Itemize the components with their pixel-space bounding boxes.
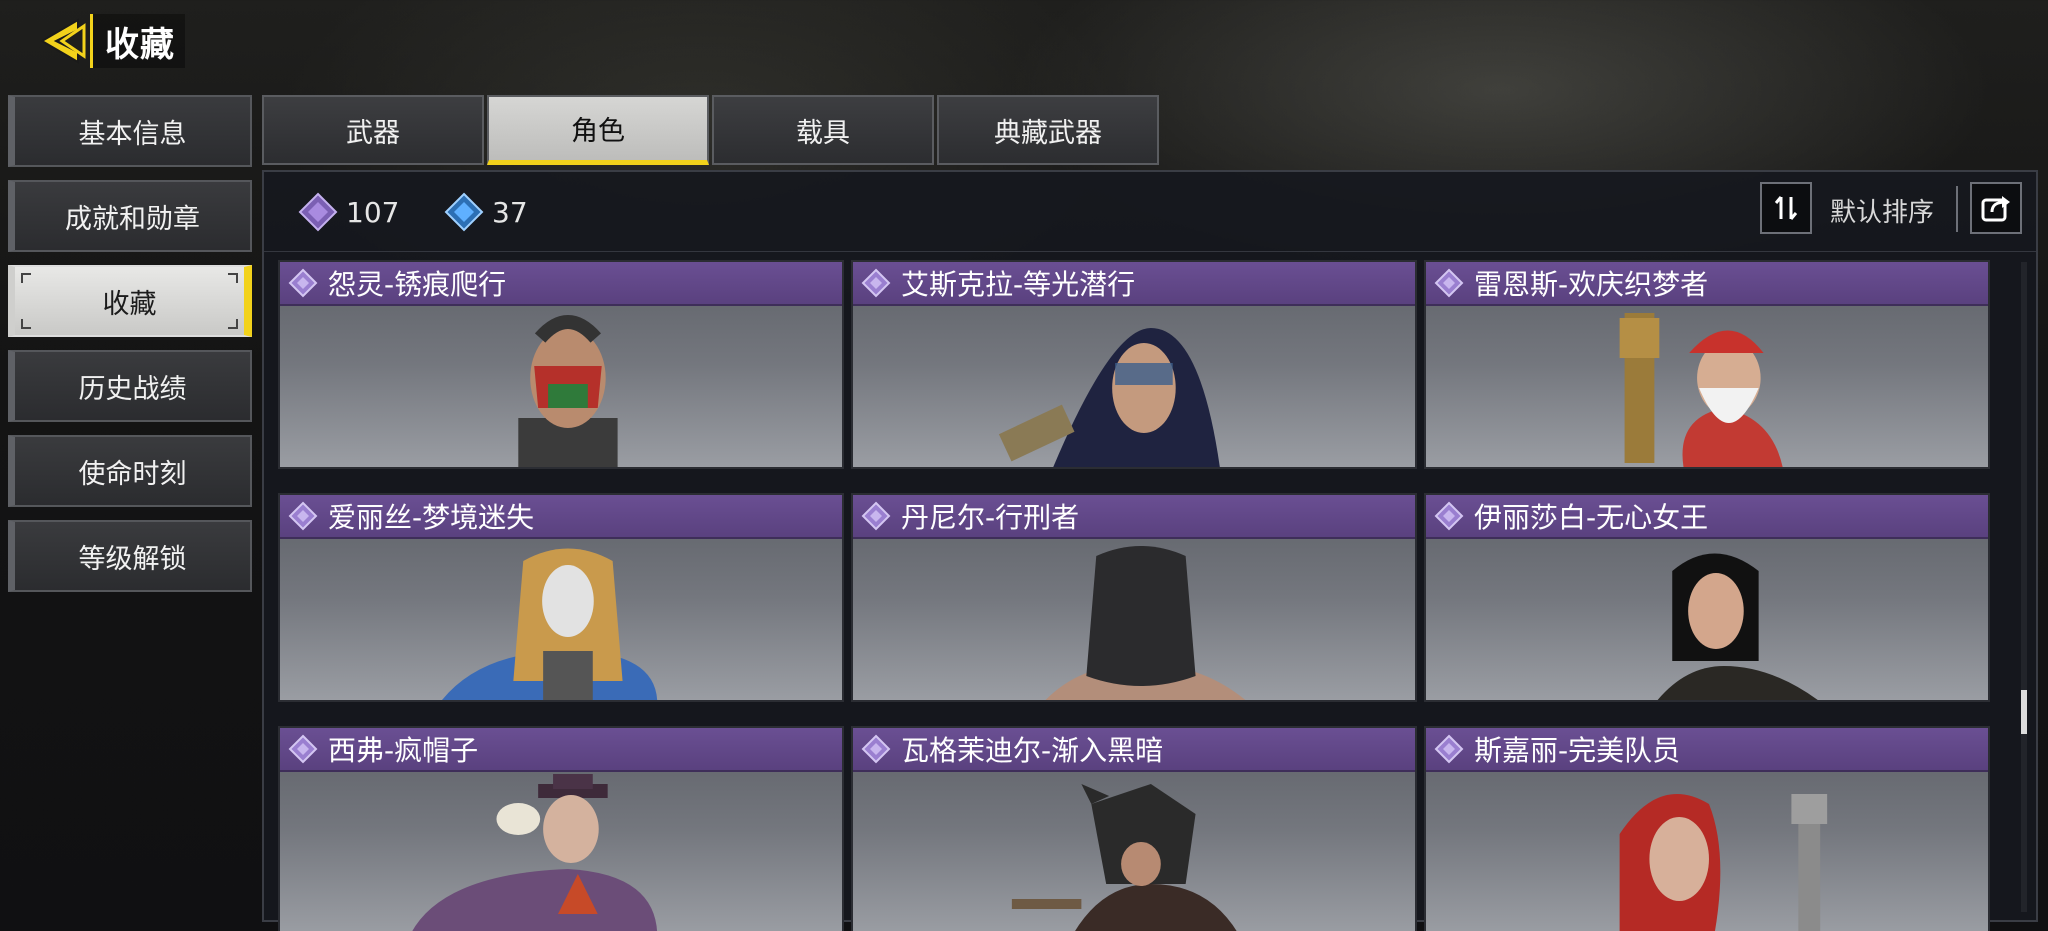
page-header: 收藏 xyxy=(32,12,185,70)
sidebar-item-history[interactable]: 历史战绩 xyxy=(8,350,252,422)
sidebar-item-achievements[interactable]: 成就和勋章 xyxy=(8,180,252,252)
card-name: 斯嘉丽-完美队员 xyxy=(1474,734,1681,767)
card-header: 怨灵-锈痕爬行 xyxy=(280,262,842,306)
rarity-diamond-icon xyxy=(288,268,318,298)
card-name: 西弗-疯帽子 xyxy=(328,734,479,767)
tab-vehicles[interactable]: 载具 xyxy=(712,95,934,165)
sort-arrows-icon xyxy=(1774,196,1798,220)
character-card[interactable]: 西弗-疯帽子 xyxy=(278,726,844,931)
back-button[interactable] xyxy=(32,12,90,70)
character-card[interactable]: 伊丽莎白-无心女王 xyxy=(1424,493,1990,702)
sidebar-item-level-unlock[interactable]: 等级解锁 xyxy=(8,520,252,592)
page-title-box: 收藏 xyxy=(90,14,185,68)
sidebar-item-label: 历史战绩 xyxy=(78,373,187,405)
card-name: 艾斯克拉-等光潜行 xyxy=(901,268,1136,301)
rarity-diamond-icon xyxy=(288,734,318,764)
purple-diamond-icon xyxy=(298,192,338,232)
sidebar-item-basic-info[interactable]: 基本信息 xyxy=(8,95,252,167)
card-name: 雷恩斯-欢庆织梦者 xyxy=(1474,268,1709,301)
collection-panel: 107 37 默认排序 怨灵-锈痕爬行 艾斯克拉-等光潜行 雷恩斯-欢庆织梦者 … xyxy=(262,170,2038,931)
sidebar-item-label: 使命时刻 xyxy=(78,458,187,490)
character-portrait xyxy=(853,541,1415,700)
card-header: 西弗-疯帽子 xyxy=(280,728,842,772)
rarity-diamond-icon xyxy=(861,268,891,298)
card-header: 伊丽莎白-无心女王 xyxy=(1426,495,1988,539)
page-title: 收藏 xyxy=(105,24,175,65)
sidebar-item-label: 成就和勋章 xyxy=(65,203,200,235)
blue-diamond-icon xyxy=(444,192,484,232)
character-portrait xyxy=(1426,774,1988,931)
card-name: 瓦格茉迪尔-渐入黑暗 xyxy=(901,734,1164,767)
sort-label[interactable]: 默认排序 xyxy=(1830,192,1934,229)
rarity-diamond-icon xyxy=(861,501,891,531)
sidebar-item-label: 等级解锁 xyxy=(78,543,187,575)
rarity-diamond-icon xyxy=(861,734,891,764)
scrollbar-thumb[interactable] xyxy=(2021,690,2027,734)
tab-label: 角色 xyxy=(571,116,625,147)
character-portrait xyxy=(280,541,842,700)
character-portrait xyxy=(1426,541,1988,700)
card-name: 伊丽莎白-无心女王 xyxy=(1474,501,1709,534)
currency-blue-value: 37 xyxy=(492,195,528,229)
card-header: 丹尼尔-行刑者 xyxy=(853,495,1415,539)
sidebar-item-mission-moments[interactable]: 使命时刻 xyxy=(8,435,252,507)
tab-label: 载具 xyxy=(796,117,850,149)
rarity-diamond-icon xyxy=(288,501,318,531)
tab-collector-weapons[interactable]: 典藏武器 xyxy=(937,95,1159,165)
currency-purple-value: 107 xyxy=(346,195,400,229)
currency-blue: 37 xyxy=(444,192,528,232)
character-portrait xyxy=(280,774,842,931)
sort-toggle-button[interactable] xyxy=(1760,182,1812,234)
character-portrait xyxy=(853,774,1415,931)
character-card[interactable]: 丹尼尔-行刑者 xyxy=(851,493,1417,702)
share-icon xyxy=(1981,196,2010,222)
card-header: 爱丽丝-梦境迷失 xyxy=(280,495,842,539)
card-name: 怨灵-锈痕爬行 xyxy=(328,268,507,301)
character-card[interactable]: 艾斯克拉-等光潜行 xyxy=(851,260,1417,469)
toolbar: 107 37 默认排序 xyxy=(264,172,2036,252)
share-button[interactable] xyxy=(1970,182,2022,234)
rarity-diamond-icon xyxy=(1434,734,1464,764)
card-name: 丹尼尔-行刑者 xyxy=(901,501,1080,534)
divider xyxy=(1956,186,1958,232)
card-header: 艾斯克拉-等光潜行 xyxy=(853,262,1415,306)
card-header: 雷恩斯-欢庆织梦者 xyxy=(1426,262,1988,306)
sidebar: 基本信息 成就和勋章 收藏 历史战绩 使命时刻 等级解锁 xyxy=(8,95,252,605)
character-portrait xyxy=(853,308,1415,467)
card-header: 斯嘉丽-完美队员 xyxy=(1426,728,1988,772)
tab-label: 典藏武器 xyxy=(994,117,1102,149)
currency-purple: 107 xyxy=(298,192,399,232)
card-name: 爱丽丝-梦境迷失 xyxy=(328,501,535,534)
character-card[interactable]: 瓦格茉迪尔-渐入黑暗 xyxy=(851,726,1417,931)
rarity-diamond-icon xyxy=(1434,268,1464,298)
category-tabs: 武器 角色 载具 典藏武器 xyxy=(262,95,1159,165)
tab-weapons[interactable]: 武器 xyxy=(262,95,484,165)
scrollbar[interactable] xyxy=(2021,262,2027,912)
card-header: 瓦格茉迪尔-渐入黑暗 xyxy=(853,728,1415,772)
character-portrait xyxy=(280,308,842,467)
tab-characters[interactable]: 角色 xyxy=(487,95,709,165)
character-card[interactable]: 雷恩斯-欢庆织梦者 xyxy=(1424,260,1990,469)
sidebar-item-label: 基本信息 xyxy=(78,118,187,150)
character-card[interactable]: 怨灵-锈痕爬行 xyxy=(278,260,844,469)
sidebar-item-label: 收藏 xyxy=(102,288,157,320)
character-card[interactable]: 斯嘉丽-完美队员 xyxy=(1424,726,1990,931)
back-arrow-icon xyxy=(40,18,86,64)
tab-label: 武器 xyxy=(346,117,400,149)
character-card[interactable]: 爱丽丝-梦境迷失 xyxy=(278,493,844,702)
character-portrait xyxy=(1426,308,1988,467)
sidebar-item-collection[interactable]: 收藏 xyxy=(8,265,252,337)
rarity-diamond-icon xyxy=(1434,501,1464,531)
